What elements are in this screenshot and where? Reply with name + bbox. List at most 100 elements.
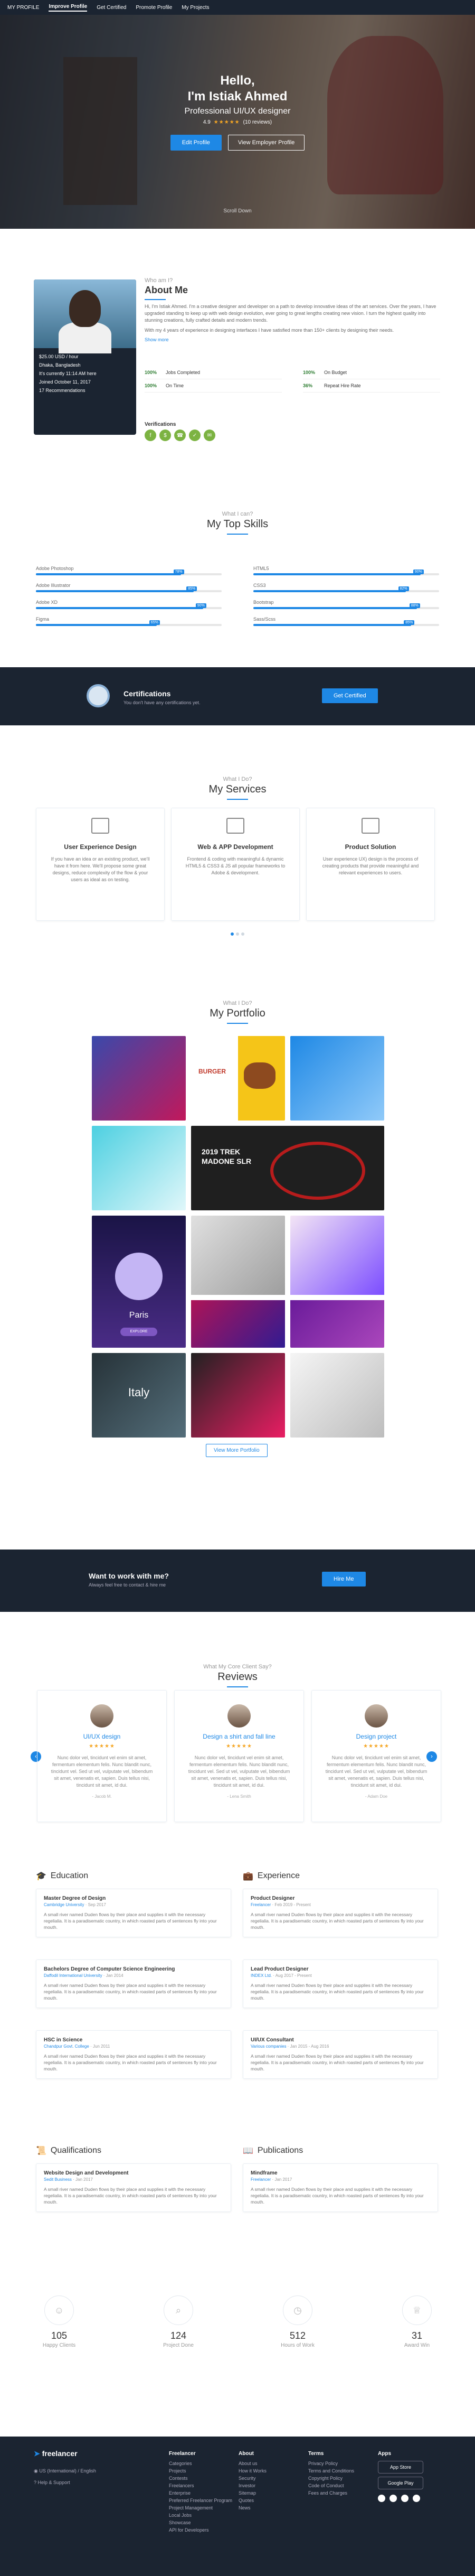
- footer-link[interactable]: Project Management: [169, 2504, 232, 2512]
- view-more-portfolio-button[interactable]: View More Portfolio: [206, 1444, 268, 1457]
- nav-get-certified[interactable]: Get Certified: [97, 5, 126, 11]
- about-paragraph: Hi, I'm Istiak Ahmed. I'm a creative des…: [145, 304, 436, 323]
- footer-col-about: About About us How it Works Security Investo…: [239, 2451, 267, 2512]
- footer-link[interactable]: Freelancers: [169, 2482, 232, 2489]
- services-section: What I Do? My Services User Experience D…: [0, 725, 475, 990]
- footer-link[interactable]: Contests: [169, 2475, 232, 2482]
- rating-value: 4.9: [203, 119, 211, 125]
- edit-profile-button[interactable]: Edit Profile: [170, 135, 222, 151]
- footer-col-freelancer: Freelancer Categories Projects Contests Free…: [169, 2451, 233, 2534]
- portfolio-item[interactable]: [290, 1216, 384, 1348]
- briefcase-icon: 💼: [243, 1872, 253, 1881]
- footer-help[interactable]: ? Help & Support: [34, 2479, 70, 2486]
- profile-card: $25.00 USD / hour Dhaka, Bangladesh It's…: [34, 279, 136, 435]
- carousel-dot[interactable]: [236, 932, 239, 936]
- footer-link[interactable]: News: [239, 2504, 267, 2512]
- review-text: Nunc dolor vel, tincidunt vel enim sit a…: [51, 1755, 153, 1788]
- footer-link[interactable]: About us: [239, 2460, 267, 2467]
- footer-link[interactable]: How it Works: [239, 2467, 267, 2475]
- app-store-button[interactable]: App Store: [378, 2461, 423, 2474]
- portfolio-item[interactable]: [92, 1036, 186, 1121]
- portfolio-item[interactable]: 2019 TREK MADONE SLR: [191, 1126, 384, 1210]
- review-title: Design project: [356, 1733, 397, 1740]
- stat-on-time: 100% On Time: [145, 379, 282, 393]
- portfolio-item[interactable]: [191, 1216, 285, 1348]
- reviewer-avatar: [90, 1704, 113, 1728]
- publications-column: 📖 Publications Mindframe Freelancer · Jan …: [243, 2145, 438, 2212]
- certifications-banner: Certifications You don't have any certif…: [0, 667, 475, 725]
- joined-date: Joined October 11, 2017: [39, 379, 91, 385]
- freelancer-logo[interactable]: ➤ freelancer: [34, 2449, 78, 2458]
- view-employer-profile-button[interactable]: View Employer Profile: [227, 135, 305, 151]
- skill-fill: [36, 573, 181, 575]
- service-card: User Experience Design If you have an id…: [36, 808, 165, 921]
- show-more-link[interactable]: Show more: [145, 337, 441, 342]
- skill-bar: Adobe XD 90%: [36, 600, 222, 609]
- skill-fill: [253, 607, 417, 609]
- get-certified-button[interactable]: Get Certified: [322, 688, 378, 703]
- footer-link[interactable]: Terms and Conditions: [308, 2467, 354, 2475]
- youtube-icon[interactable]: [401, 2495, 408, 2502]
- portfolio-item[interactable]: [191, 1353, 285, 1438]
- footer-link[interactable]: Security: [239, 2475, 267, 2482]
- verified-payment-icon: $: [159, 430, 171, 441]
- skill-name: Adobe XD: [36, 600, 58, 605]
- footer-link[interactable]: Code of Conduct: [308, 2482, 354, 2489]
- services-title: My Services: [208, 783, 267, 795]
- hire-me-button[interactable]: Hire Me: [322, 1572, 366, 1586]
- skill-fill: [36, 607, 203, 609]
- nav-improve-profile[interactable]: Improve Profile: [49, 4, 88, 12]
- recommendations: 17 Recommendations: [39, 388, 86, 393]
- footer-link[interactable]: Privacy Policy: [308, 2460, 354, 2467]
- portfolio-item[interactable]: [92, 1126, 186, 1210]
- footer-link[interactable]: Copyright Policy: [308, 2475, 354, 2482]
- footer-link[interactable]: Quotes: [239, 2497, 267, 2504]
- nav-promote-profile[interactable]: Promote Profile: [136, 5, 172, 11]
- portfolio-item[interactable]: [290, 1036, 384, 1121]
- verification-icons: f $ ☎ ✓ ✉: [145, 430, 215, 441]
- skill-percent: 82%: [398, 586, 409, 591]
- portfolio-item[interactable]: [290, 1353, 384, 1438]
- certifications-subtitle: You don't have any certifications yet.: [124, 700, 201, 705]
- skill-percent: 88%: [409, 603, 420, 608]
- twitter-icon[interactable]: [390, 2495, 397, 2502]
- skill-track: 82%: [253, 586, 439, 592]
- footer-link[interactable]: Showcase: [169, 2519, 232, 2526]
- skills-grid: Adobe Photoshop 78% HTML5 90% Adobe Illustra…: [36, 566, 439, 626]
- qualification-item: Website Design and Development Sedit Busi…: [36, 2163, 231, 2212]
- nav-my-projects[interactable]: My Projects: [182, 5, 209, 11]
- footer-link[interactable]: Fees and Charges: [308, 2489, 354, 2497]
- footer-link[interactable]: Investor: [239, 2482, 267, 2489]
- hero-role: Professional UI/UX designer: [184, 107, 291, 116]
- graduation-cap-icon: 🎓: [36, 1872, 46, 1881]
- clock-icon: ◷: [283, 2295, 312, 2325]
- scroll-down-hint[interactable]: Scroll Down: [0, 208, 475, 214]
- footer-link[interactable]: Local Jobs: [169, 2512, 232, 2519]
- carousel-dot[interactable]: [231, 932, 234, 936]
- instagram-icon[interactable]: [413, 2495, 420, 2502]
- footer-link[interactable]: Preferred Freelancer Program: [169, 2497, 232, 2504]
- review-card: Design a shirt and fall line ★★★★★ Nunc …: [174, 1690, 304, 1822]
- reviewer-avatar: [227, 1704, 251, 1728]
- nav-my-profile[interactable]: MY PROFILE: [7, 5, 39, 11]
- experience-column: 💼 Experience Product Designer Freelancer ·…: [243, 1871, 438, 2079]
- hero-name: I'm Istiak Ahmed: [187, 89, 288, 104]
- footer-link[interactable]: Enterprise: [169, 2489, 232, 2497]
- skill-name: Figma: [36, 617, 50, 622]
- reviews-subtitle: What My Core Client Say?: [203, 1664, 272, 1670]
- footer-language[interactable]: ◉ US (International) / English: [34, 2467, 96, 2475]
- footer-link[interactable]: API for Developers: [169, 2526, 232, 2534]
- portfolio-item[interactable]: Italy: [92, 1353, 186, 1438]
- facebook-icon[interactable]: [378, 2495, 385, 2502]
- rating-count: (10 reviews): [243, 119, 272, 125]
- skill-percent: 90%: [195, 603, 206, 608]
- footer-link[interactable]: Categories: [169, 2460, 232, 2467]
- portfolio-item[interactable]: BURGER: [191, 1036, 285, 1121]
- portfolio-item[interactable]: Paris EXPLORE: [92, 1216, 186, 1348]
- footer-link[interactable]: Projects: [169, 2467, 232, 2475]
- carousel-dot[interactable]: [241, 932, 244, 936]
- footer-col-apps: Apps App Store Google Play: [378, 2450, 423, 2502]
- google-play-button[interactable]: Google Play: [378, 2477, 423, 2489]
- footer-link[interactable]: Sitemap: [239, 2489, 267, 2497]
- qualifications-column: 📜 Qualifications Website Design and Devel…: [36, 2145, 231, 2212]
